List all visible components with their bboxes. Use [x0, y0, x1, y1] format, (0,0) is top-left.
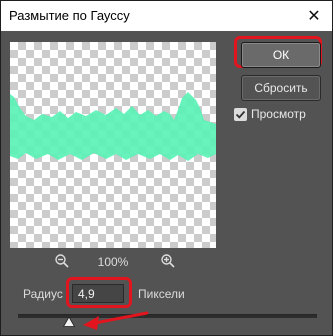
radius-unit-label: Пиксели: [138, 287, 185, 301]
radius-input[interactable]: 4,9: [72, 284, 124, 303]
preview-checkbox[interactable]: [234, 108, 247, 121]
reset-button[interactable]: Сбросить: [241, 75, 321, 101]
dialog-title: Размытие по Гауссу: [9, 8, 130, 23]
gaussian-blur-dialog: Размытие по Гауссу ✕ 100% ОК Сбросить Пр…: [0, 0, 333, 336]
radius-slider-handle[interactable]: [62, 317, 75, 327]
preview-stroke: [10, 92, 216, 161]
radius-label: Радиус: [23, 287, 63, 301]
zoom-level: 100%: [97, 255, 129, 269]
zoom-controls: 100%: [10, 253, 216, 271]
title-bar[interactable]: Размытие по Гауссу ✕: [1, 1, 332, 31]
ok-button[interactable]: ОК: [241, 42, 321, 68]
close-icon[interactable]: ✕: [302, 4, 326, 28]
preview-checkbox-label: Просмотр: [251, 107, 306, 121]
preview-canvas[interactable]: [10, 42, 216, 248]
checkmark-icon: [235, 110, 246, 119]
zoom-in-icon[interactable]: [160, 253, 176, 269]
